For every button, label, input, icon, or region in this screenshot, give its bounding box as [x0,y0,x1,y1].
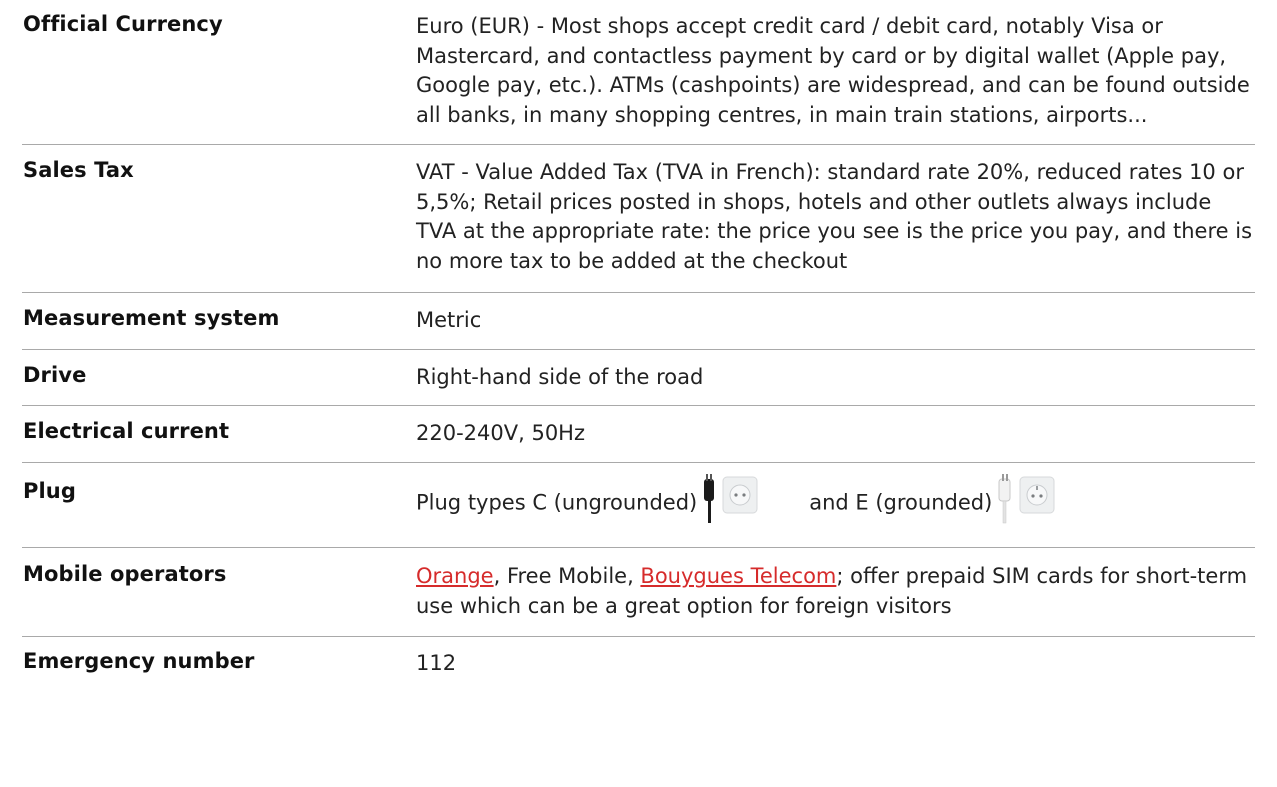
table-row-sales-tax: Sales Tax VAT - Value Added Tax (TVA in … [22,144,1255,293]
row-label: Official Currency [22,0,416,145]
row-label: Emergency number [23,649,255,673]
row-value: VAT - Value Added Tax (TVA in French): s… [416,144,1255,293]
table-row-emergency: Emergency number 112 [22,637,1255,679]
mobile-text-1: , Free Mobile, [493,564,641,588]
row-value: Metric [416,292,1255,350]
bouygues-telecom-link[interactable]: Bouygues Telecom [640,564,836,588]
row-label: Sales Tax [22,144,416,293]
travel-info-table: Official Currency Euro (EUR) - Most shop… [22,0,1255,679]
table-row-electrical-current: Electrical current 220-240V, 50Hz [22,405,1255,463]
row-label: Mobile operators [22,547,416,637]
row-label: Plug [22,462,416,548]
plug-e-socket-icon [996,473,1056,534]
plug-text-c: Plug types C (ungrounded) [416,489,698,514]
row-label: Drive [22,349,416,406]
row-label: Electrical current [22,405,416,463]
table-row-measurement: Measurement system Metric [22,292,1255,350]
row-label: Measurement system [22,292,416,350]
row-value: 220-240V, 50Hz [416,405,1255,463]
row-value: Euro (EUR) - Most shops accept credit ca… [416,0,1255,145]
row-value: 112 [416,651,457,675]
plug-text-e: and E (grounded) [809,489,993,514]
row-value-plug: Plug types C (ungrounded) and E (grounde… [416,462,1255,548]
orange-link[interactable]: Orange [416,564,494,588]
table-row-currency: Official Currency Euro (EUR) - Most shop… [22,0,1255,145]
row-value: Right-hand side of the road [416,349,1255,406]
table-row-mobile-operators: Mobile operators Orange, Free Mobile, Bo… [22,547,1255,637]
plug-c-socket-icon [701,473,759,534]
row-value-mobile: Orange, Free Mobile, Bouygues Telecom; o… [416,547,1255,637]
table-row-plug: Plug Plug types C (ungrounded) and E (gr… [22,462,1255,548]
table-row-drive: Drive Right-hand side of the road [22,349,1255,406]
